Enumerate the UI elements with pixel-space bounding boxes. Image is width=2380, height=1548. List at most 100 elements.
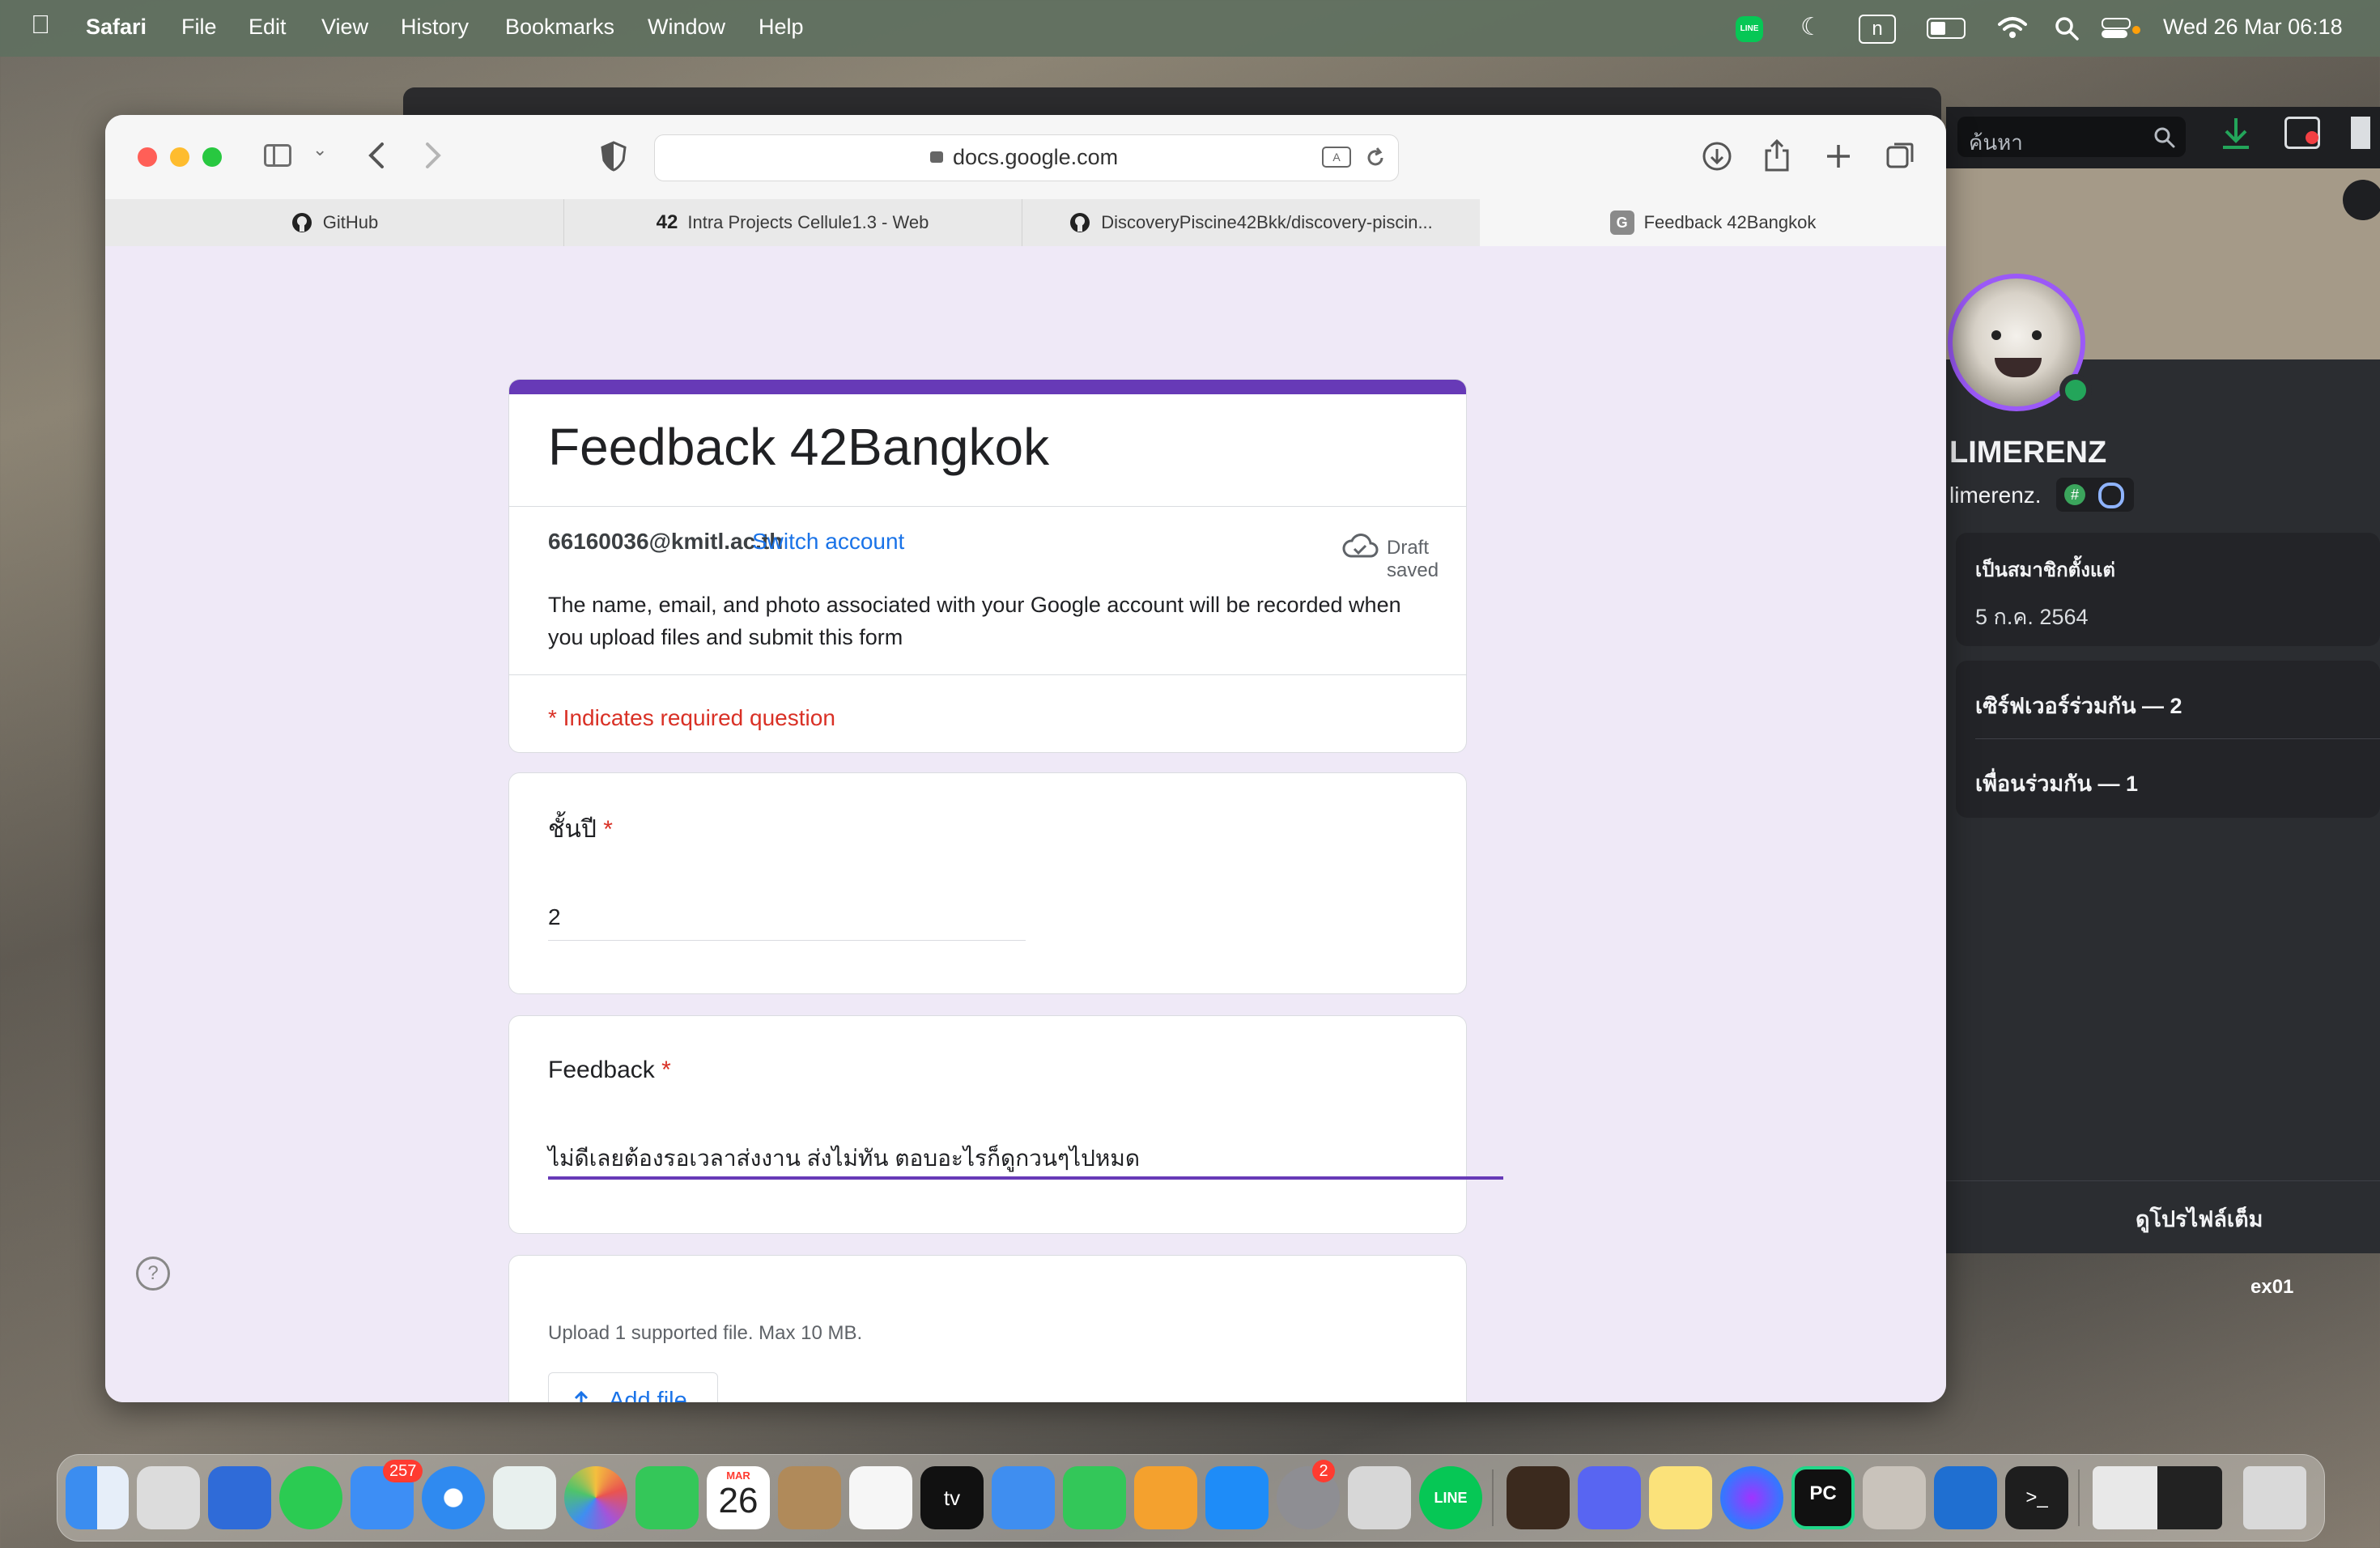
mutual-servers[interactable]: เซิร์ฟเวอร์ร่วมกัน — 2 [1975,688,2182,723]
apple-icon[interactable]:  [31,10,50,40]
downloads-icon[interactable] [1702,141,1732,172]
finder-icon[interactable] [66,1466,129,1529]
tab-feedback-42bangkok[interactable]: G Feedback 42Bangkok [1480,199,1946,246]
menu-clock[interactable]: Wed 26 Mar 06:18 [2163,15,2343,40]
line-app-icon[interactable]: LINE [1419,1466,1482,1529]
menu-app-name[interactable]: Safari [86,15,147,40]
switch-account-link[interactable]: Switch account [752,529,904,555]
discord-icon[interactable] [1578,1466,1641,1529]
menu-view[interactable]: View [321,15,368,40]
line-status-icon[interactable]: LINE [1736,16,1763,42]
mutual-friends[interactable]: เพื่อนร่วมกัน — 1 [1975,766,2138,801]
app-store-icon[interactable] [1205,1466,1269,1529]
launchpad-icon[interactable] [137,1466,200,1529]
input-source-icon[interactable]: n [1859,15,1896,44]
safari-window: ⌄ docs.google.com A GitHub 42 Intra Proj… [105,115,1946,1402]
reminders-icon[interactable] [849,1466,912,1529]
form-accent-bar [509,380,1466,394]
tab-intra-projects[interactable]: 42 Intra Projects Cellule1.3 - Web [563,199,1022,246]
discord-search-input[interactable]: ค้นหา [1957,117,2186,157]
numbers-icon[interactable] [1063,1466,1126,1529]
download-icon[interactable] [2218,113,2254,154]
photos-icon[interactable] [564,1466,627,1529]
apple-tv-icon[interactable]: tv [920,1466,984,1529]
member-since-section: เป็นสมาชิกตั้งแต่ 5 ก.ค. 2564 [1956,533,2380,646]
control-center-icon[interactable] [2102,16,2131,40]
translate-icon[interactable]: A [1322,147,1351,168]
help-icon[interactable]: ? [136,1257,170,1291]
nitro-badge-icon[interactable] [2098,483,2124,508]
menu-edit[interactable]: Edit [249,15,287,40]
task-manager-icon[interactable] [208,1466,271,1529]
add-file-button[interactable]: Add file [548,1372,718,1402]
zoom-window-button[interactable] [202,147,222,167]
menu-help[interactable]: Help [759,15,804,40]
wifi-icon[interactable] [1996,15,2029,40]
facetime-icon[interactable] [635,1466,699,1529]
tab-label: GitHub [322,212,379,232]
trash-icon[interactable] [2243,1466,2306,1529]
forward-icon[interactable] [423,141,444,170]
menu-window[interactable]: Window [648,15,725,40]
spotlight-icon[interactable] [2055,16,2079,40]
github-icon [1069,211,1091,234]
upload-card: Upload 1 supported file. Max 10 MB. Add … [508,1255,1467,1402]
address-bar[interactable]: docs.google.com A [654,134,1399,181]
keynote-icon[interactable] [992,1466,1055,1529]
feedback-input-value: ไม่ดีเลยต้องรอเวลาส่งงาน ส่งไม่ทัน ตอบอะ… [548,1146,1141,1171]
share-icon[interactable] [1763,138,1791,172]
terminal-icon[interactable]: >_ [2005,1466,2068,1529]
hashtag-badge-icon[interactable]: # [2064,484,2085,505]
tab-overview-icon[interactable] [1885,139,1917,172]
xmind-icon[interactable] [1863,1466,1926,1529]
contacts-icon[interactable] [778,1466,841,1529]
safari-icon[interactable] [422,1466,485,1529]
recent-windows-thumbnail[interactable] [2093,1466,2222,1529]
menu-history[interactable]: History [401,15,469,40]
notes-icon[interactable] [1649,1466,1712,1529]
vscode-icon[interactable] [1934,1466,1997,1529]
calendar-month: MAR [726,1469,750,1482]
required-asterisk: * [603,816,613,843]
pages-icon[interactable] [1134,1466,1197,1529]
messenger-icon[interactable] [1720,1466,1783,1529]
url-text[interactable]: docs.google.com [953,145,1118,170]
garageband-icon[interactable] [1507,1466,1570,1529]
add-friend-icon[interactable] [2343,180,2380,220]
battery-icon[interactable] [1927,18,1966,39]
question-label: ชั้นปี [548,816,597,843]
chevron-down-icon[interactable]: ⌄ [312,139,327,160]
dock: 257 MAR 26 tv 2 LINE PC >_ [57,1454,2325,1542]
messages-icon[interactable] [279,1466,342,1529]
minimize-window-button[interactable] [170,147,189,167]
new-tab-icon[interactable] [1825,142,1852,170]
year-input[interactable]: 2 [548,895,1026,941]
sidebar-toggle-icon[interactable] [264,144,291,167]
menu-file[interactable]: File [181,15,217,40]
feedback-input[interactable]: ไม่ดีเลยต้องรอเวลาส่งงาน ส่งไม่ทัน ตอบอะ… [548,1131,1503,1180]
discord-search-placeholder: ค้นหา [1969,130,2023,155]
divider [1975,738,2380,739]
back-icon[interactable] [366,141,387,170]
desktop-file-label[interactable]: ex01 [2250,1276,2293,1299]
calendar-icon[interactable]: MAR 26 [707,1466,770,1529]
github-icon [291,211,313,234]
tab-discovery-piscine[interactable]: DiscoveryPiscine42Bkk/discovery-piscin..… [1022,199,1481,246]
username: limerenz. [1949,483,2042,508]
view-full-profile-link[interactable]: ดูโปรไฟล์เต็ม [2136,1201,2263,1236]
close-window-button[interactable] [138,147,157,167]
reload-icon[interactable] [1364,147,1387,169]
bookmark-icon[interactable] [2351,117,2370,149]
moon-icon[interactable]: ☾ [1800,13,1822,41]
maps-icon[interactable] [493,1466,556,1529]
discord-topbar: ค้นหา [1946,107,2380,168]
privacy-shield-icon[interactable] [601,141,627,172]
divider [509,674,1466,675]
display-name: LIMERENZ [1949,436,2107,470]
pycharm-icon[interactable]: PC [1791,1466,1855,1529]
roblox-icon[interactable] [1348,1466,1411,1529]
tab-github[interactable]: GitHub [105,199,564,246]
required-asterisk: * [661,1057,671,1083]
menu-bookmarks[interactable]: Bookmarks [505,15,614,40]
online-status-icon [2059,374,2092,406]
